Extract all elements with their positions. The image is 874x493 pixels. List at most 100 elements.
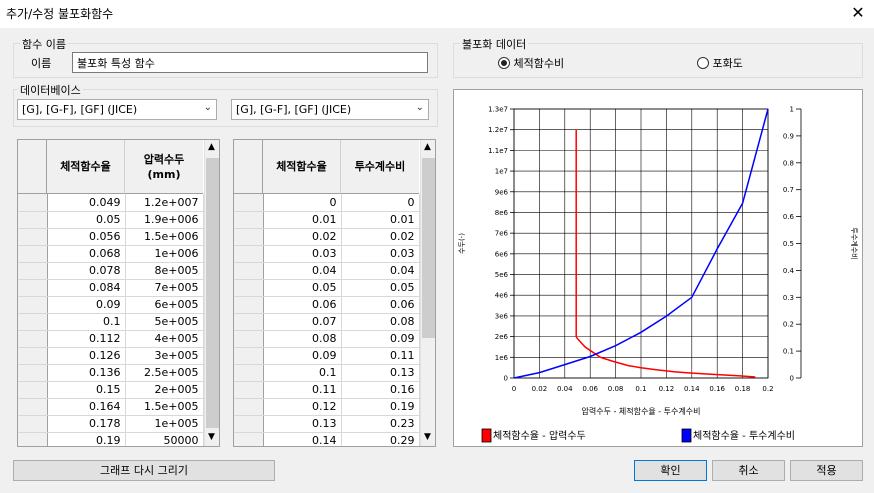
row-header[interactable] <box>18 296 48 314</box>
table-cell[interactable]: 1.9e+006 <box>125 211 204 229</box>
radio-saturation[interactable]: 포화도 <box>697 55 743 71</box>
row-header[interactable] <box>234 330 264 348</box>
table-cell[interactable]: 0.05 <box>341 279 420 297</box>
table-cell[interactable]: 0.13 <box>263 415 342 433</box>
table-row[interactable]: 0.02 0.02 <box>234 228 420 246</box>
chevron-down-icon[interactable]: ▼ <box>424 432 431 442</box>
table-row[interactable]: 0.14 0.29 <box>234 432 420 446</box>
table-cell[interactable]: 0.08 <box>263 330 342 348</box>
table-row[interactable]: 0.13 0.23 <box>234 415 420 433</box>
table-row[interactable]: 0.1 5e+005 <box>18 313 204 331</box>
apply-button[interactable]: 적용 <box>790 460 863 481</box>
table-cell[interactable]: 0.03 <box>263 245 342 263</box>
row-header[interactable] <box>18 279 48 297</box>
table-cell[interactable]: 0.136 <box>47 364 126 382</box>
table-cell[interactable]: 0.03 <box>341 245 420 263</box>
table-row[interactable]: 0.06 0.06 <box>234 296 420 314</box>
table-cell[interactable]: 0.078 <box>47 262 126 280</box>
row-header[interactable] <box>234 296 264 314</box>
table-cell[interactable]: 0.02 <box>341 228 420 246</box>
chevron-down-icon[interactable]: ▼ <box>208 432 215 442</box>
table-cell[interactable]: 0.09 <box>341 330 420 348</box>
scrollbar-thumb[interactable] <box>206 158 219 428</box>
table-row[interactable]: 00 <box>234 194 420 212</box>
row-header[interactable] <box>234 211 264 229</box>
row-header[interactable] <box>234 245 264 263</box>
ok-button[interactable]: 확인 <box>634 460 707 481</box>
table-row[interactable]: 0.12 0.19 <box>234 398 420 416</box>
chevron-up-icon[interactable]: ▲ <box>208 142 215 152</box>
table-cell[interactable]: 7e+005 <box>125 279 204 297</box>
table-cell[interactable]: 5e+005 <box>125 313 204 331</box>
table-row[interactable]: 0.11 0.16 <box>234 381 420 399</box>
row-header[interactable] <box>18 364 48 382</box>
row-header[interactable] <box>18 194 48 212</box>
table-cell[interactable]: 0.19 <box>341 398 420 416</box>
table-cell[interactable]: 0.23 <box>341 415 420 433</box>
table-row[interactable]: 0.126 3e+005 <box>18 347 204 365</box>
table-cell[interactable]: 2e+005 <box>125 381 204 399</box>
table-cell[interactable]: 0.084 <box>47 279 126 297</box>
table-row[interactable]: 0.164 1.5e+005 <box>18 398 204 416</box>
table-cell[interactable]: 1e+005 <box>125 415 204 433</box>
table-row[interactable]: 0.068 1e+006 <box>18 245 204 263</box>
table-cell[interactable]: 0.056 <box>47 228 126 246</box>
table-cell[interactable]: 1.2e+007 <box>125 194 204 212</box>
table-row[interactable]: 0.19 50000 <box>18 432 204 446</box>
row-header[interactable] <box>18 330 48 348</box>
table-cell[interactable]: 0.29 <box>341 432 420 446</box>
table-cell[interactable]: 6e+005 <box>125 296 204 314</box>
table-cell[interactable]: 0 <box>263 194 342 212</box>
name-input[interactable]: 불포화 특성 함수 <box>72 52 428 73</box>
row-header[interactable] <box>18 415 48 433</box>
row-header[interactable] <box>18 381 48 399</box>
table-cell[interactable]: 0.068 <box>47 245 126 263</box>
table-row[interactable]: 0.178 1e+005 <box>18 415 204 433</box>
row-header[interactable] <box>18 313 48 331</box>
table-cell[interactable]: 0.08 <box>341 313 420 331</box>
table-cell[interactable]: 0.049 <box>47 194 126 212</box>
table-row[interactable]: 0.05 1.9e+006 <box>18 211 204 229</box>
table-cell[interactable]: 1.5e+005 <box>125 398 204 416</box>
row-header[interactable] <box>18 211 48 229</box>
table-cell[interactable]: 0.11 <box>341 347 420 365</box>
table-cell[interactable]: 0.112 <box>47 330 126 348</box>
table-cell[interactable]: 3e+005 <box>125 347 204 365</box>
row-header[interactable] <box>18 432 48 446</box>
row-header[interactable] <box>18 398 48 416</box>
table-row[interactable]: 0.056 1.5e+006 <box>18 228 204 246</box>
row-header[interactable] <box>234 398 264 416</box>
table-row[interactable]: 0.1 0.13 <box>234 364 420 382</box>
row-header[interactable] <box>234 347 264 365</box>
table-row[interactable]: 0.078 8e+005 <box>18 262 204 280</box>
row-header[interactable] <box>18 245 48 263</box>
scrollbar[interactable]: ▲ ▼ <box>204 140 219 446</box>
row-header[interactable] <box>234 313 264 331</box>
scrollbar[interactable]: ▲ ▼ <box>420 140 435 446</box>
row-header[interactable] <box>234 228 264 246</box>
table-cell[interactable]: 4e+005 <box>125 330 204 348</box>
table-cell[interactable]: 0.12 <box>263 398 342 416</box>
table-cell[interactable]: 0.06 <box>341 296 420 314</box>
table-cell[interactable]: 2.5e+005 <box>125 364 204 382</box>
table-cell[interactable]: 0.04 <box>263 262 342 280</box>
table-cell[interactable]: 0.1 <box>47 313 126 331</box>
table-cell[interactable]: 0.13 <box>341 364 420 382</box>
table-cell[interactable]: 0.02 <box>263 228 342 246</box>
table-row[interactable]: 0.09 6e+005 <box>18 296 204 314</box>
scrollbar-thumb[interactable] <box>422 158 435 338</box>
table-cell[interactable]: 0.14 <box>263 432 342 446</box>
row-header[interactable] <box>18 347 48 365</box>
chevron-up-icon[interactable]: ▲ <box>424 142 431 152</box>
row-header[interactable] <box>234 381 264 399</box>
table-cell[interactable]: 0.126 <box>47 347 126 365</box>
table-row[interactable]: 0.08 0.09 <box>234 330 420 348</box>
column-header[interactable]: 투수계수비 <box>341 140 419 194</box>
row-header[interactable] <box>234 364 264 382</box>
table-cell[interactable]: 0.06 <box>263 296 342 314</box>
redraw-graph-button[interactable]: 그래프 다시 그리기 <box>13 460 275 481</box>
row-header[interactable] <box>18 262 48 280</box>
database-combo-right[interactable]: [G], [G-F], [GF] (JICE) ⌄ <box>231 99 429 120</box>
cancel-button[interactable]: 취소 <box>712 460 785 481</box>
row-header[interactable] <box>234 194 264 212</box>
